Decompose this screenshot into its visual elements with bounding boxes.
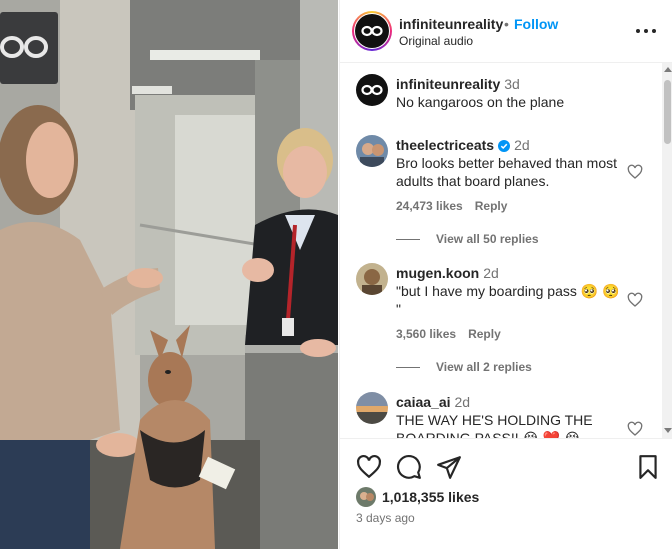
scroll-down-arrow-icon[interactable] xyxy=(664,428,672,433)
post-header: infiniteunreality • Follow Original audi… xyxy=(340,0,672,63)
replies-line xyxy=(396,239,420,241)
comment-heart-icon[interactable] xyxy=(627,421,643,437)
scroll-thumb[interactable] xyxy=(664,80,671,144)
avatar-photo xyxy=(356,135,388,167)
media-illustration xyxy=(0,0,338,549)
replies-line xyxy=(396,367,420,369)
header-separator: • xyxy=(504,16,509,32)
reply-button[interactable]: Reply xyxy=(468,327,501,341)
follow-button[interactable]: Follow xyxy=(514,16,558,32)
comment-avatar[interactable] xyxy=(356,392,388,424)
comment-username[interactable]: caiaa_ai xyxy=(396,394,451,410)
post-actions: 1,018,355 likes 3 days ago xyxy=(340,438,672,550)
avatar-photo xyxy=(356,392,388,424)
posted-time[interactable]: 3 days ago xyxy=(356,511,415,525)
comment-time[interactable]: 2d xyxy=(483,265,499,281)
logo-sign xyxy=(0,12,58,84)
likes-summary[interactable]: 1,018,355 likes xyxy=(356,487,479,507)
author-avatar[interactable] xyxy=(355,14,389,48)
more-horizontal-icon[interactable] xyxy=(636,20,656,40)
heart-icon[interactable] xyxy=(356,454,382,480)
view-replies-button[interactable]: View all 50 replies xyxy=(396,232,539,246)
author-username[interactable]: infiniteunreality xyxy=(399,16,503,32)
post-media[interactable] xyxy=(0,0,338,549)
comment-username[interactable]: theelectriceats xyxy=(396,137,494,153)
comment-avatar[interactable] xyxy=(356,74,388,106)
comment-time[interactable]: 3d xyxy=(504,76,520,92)
infinity-icon xyxy=(361,25,383,37)
comment-text: No kangaroos on the plane xyxy=(396,94,565,110)
comment-text: THE WAY HE'S HOLDING THE BOARDING PASS!!… xyxy=(396,412,593,438)
comment-icon[interactable] xyxy=(396,454,422,480)
view-replies-label: View all 50 replies xyxy=(436,232,539,246)
liker-avatar xyxy=(356,487,376,507)
comments-scrollbar[interactable] xyxy=(662,63,672,438)
comment-text: "but I have my boarding pass 🥺 🥺 " xyxy=(396,283,620,317)
scroll-up-arrow-icon[interactable] xyxy=(664,67,672,72)
share-icon[interactable] xyxy=(436,454,462,480)
comment-username[interactable]: infiniteunreality xyxy=(396,76,500,92)
comment-time[interactable]: 2d xyxy=(514,137,530,153)
infinity-icon xyxy=(361,84,383,96)
comment-avatar[interactable] xyxy=(356,135,388,167)
comment-time[interactable]: 2d xyxy=(455,394,471,410)
bookmark-icon[interactable] xyxy=(635,454,661,480)
comments-list[interactable]: infiniteunreality 3d No kangaroos on the … xyxy=(340,63,662,438)
comment-avatar[interactable] xyxy=(356,263,388,295)
view-replies-label: View all 2 replies xyxy=(436,360,532,374)
comment-text: Bro looks better behaved than most adult… xyxy=(396,155,618,189)
comment-likes[interactable]: 24,473 likes xyxy=(396,199,463,213)
comment-heart-icon[interactable] xyxy=(627,292,643,308)
audio-label[interactable]: Original audio xyxy=(399,34,473,48)
avatar-photo xyxy=(356,263,388,295)
likes-count[interactable]: 1,018,355 likes xyxy=(382,489,479,505)
comment-username[interactable]: mugen.koon xyxy=(396,265,479,281)
post-side-panel: infiniteunreality • Follow Original audi… xyxy=(339,0,672,549)
comment-likes[interactable]: 3,560 likes xyxy=(396,327,456,341)
view-replies-button[interactable]: View all 2 replies xyxy=(396,360,532,374)
comment-heart-icon[interactable] xyxy=(627,164,643,180)
reply-button[interactable]: Reply xyxy=(475,199,508,213)
